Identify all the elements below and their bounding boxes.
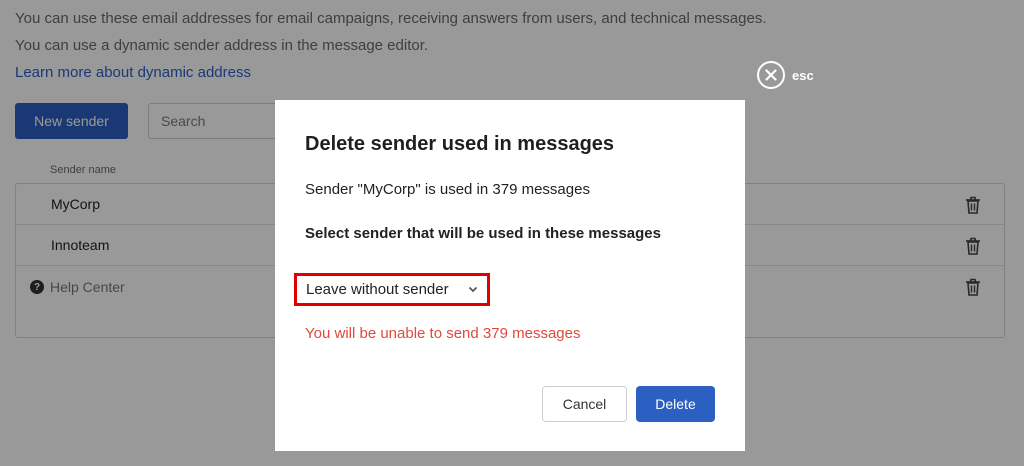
cancel-button[interactable]: Cancel <box>542 386 627 422</box>
select-value: Leave without sender <box>306 281 449 298</box>
delete-sender-dialog: Delete sender used in messages Sender "M… <box>275 100 745 451</box>
replacement-sender-label: Select sender that will be used in these… <box>305 225 661 242</box>
dialog-title: Delete sender used in messages <box>305 133 615 155</box>
delete-button[interactable]: Delete <box>636 386 715 422</box>
warning-message: You will be unable to send 379 messages <box>305 325 581 342</box>
close-icon <box>757 61 785 89</box>
chevron-down-icon <box>468 286 478 293</box>
close-modal-button[interactable]: esc <box>757 61 814 89</box>
close-label: esc <box>792 67 814 83</box>
replacement-sender-select[interactable]: Leave without sender <box>294 273 490 306</box>
dialog-description: Sender "MyCorp" is used in 379 messages <box>305 181 590 198</box>
